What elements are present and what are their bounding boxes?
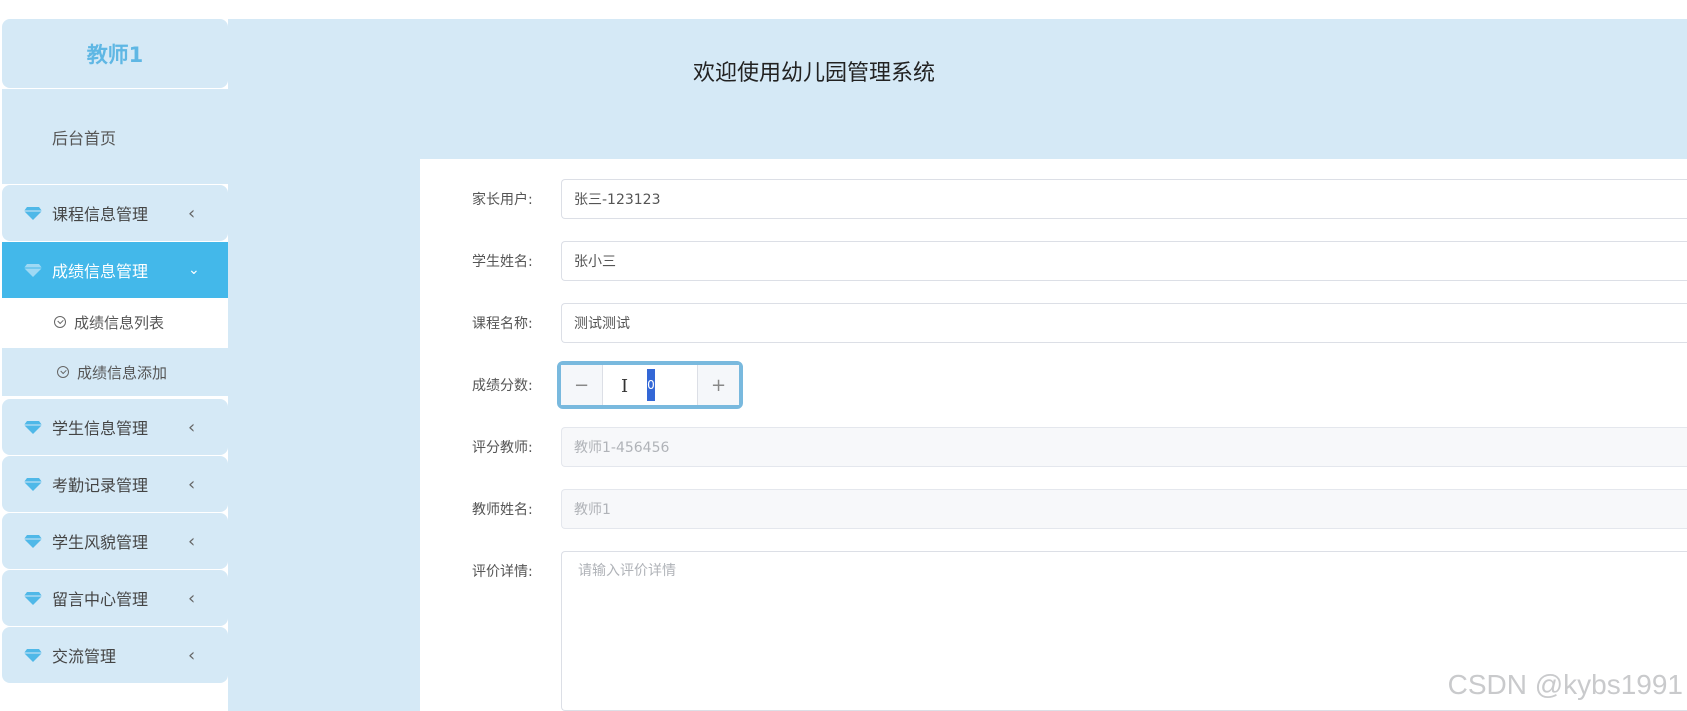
sidebar-subitem-score-list[interactable]: 成绩信息列表: [2, 298, 228, 346]
sidebar: 教师1 后台首页 课程信息管理 ‹ 成绩信息管理 ⌄ 成绩信息列表 成绩信息添加…: [2, 19, 228, 711]
chevron-left-icon: ‹: [188, 530, 196, 552]
header-strip: [240, 127, 1687, 159]
parent-user-input[interactable]: 张三-123123: [561, 179, 1687, 219]
text-cursor-icon: I: [621, 376, 629, 397]
sidebar-item-label: 留言中心管理: [52, 590, 149, 609]
sidebar-item-course[interactable]: 课程信息管理 ‹: [2, 185, 228, 241]
sidebar-item-messages[interactable]: 留言中心管理 ‹: [2, 570, 228, 626]
chevron-left-icon: ‹: [188, 473, 196, 495]
check-circle-icon: [57, 366, 69, 378]
sidebar-item-label: 学生信息管理: [52, 419, 149, 438]
teacher-name-input: 教师1: [561, 489, 1687, 529]
student-name-label: 学生姓名:: [472, 254, 533, 270]
form-row-student-name: 学生姓名: 张小三: [420, 241, 1687, 281]
sidebar-item-style[interactable]: 学生风貌管理 ‹: [2, 513, 228, 569]
user-title: 教师1: [2, 19, 228, 88]
form-row-parent-user: 家长用户: 张三-123123: [420, 179, 1687, 219]
score-input[interactable]: I 0: [603, 365, 697, 405]
check-circle-icon: [54, 316, 66, 328]
form-row-grading-teacher: 评分教师: 教师1-456456: [420, 427, 1687, 467]
sidebar-item-score[interactable]: 成绩信息管理 ⌄: [2, 242, 228, 298]
score-form: 家长用户: 张三-123123 学生姓名: 张小三 课程名称: 测试测试 成绩分…: [420, 159, 1687, 711]
diamond-icon: [24, 478, 42, 491]
sidebar-item-label: 考勤记录管理: [52, 476, 149, 495]
diamond-icon: [24, 592, 42, 605]
student-name-input[interactable]: 张小三: [561, 241, 1687, 281]
chevron-left-icon: ‹: [188, 202, 196, 224]
sidebar-subitem-label: 成绩信息添加: [77, 363, 168, 382]
chevron-left-icon: ‹: [188, 587, 196, 609]
diamond-icon: [24, 535, 42, 548]
teacher-name-label: 教师姓名:: [472, 502, 533, 518]
evaluation-label: 评价详情:: [472, 564, 533, 580]
course-name-input[interactable]: 测试测试: [561, 303, 1687, 343]
grading-teacher-label: 评分教师:: [472, 440, 533, 456]
parent-user-label: 家长用户:: [472, 192, 533, 208]
form-row-score: 成绩分数: − I 0 +: [420, 361, 1687, 409]
decrement-button[interactable]: −: [561, 365, 603, 405]
sidebar-item-label: 学生风貌管理: [52, 533, 149, 552]
diamond-icon: [24, 421, 42, 434]
course-name-label: 课程名称:: [472, 316, 533, 332]
score-value: 0: [647, 369, 655, 401]
grading-teacher-input: 教师1-456456: [561, 427, 1687, 467]
form-row-teacher-name: 教师姓名: 教师1: [420, 489, 1687, 529]
chevron-left-icon: ‹: [188, 644, 196, 666]
sidebar-subitem-score-add[interactable]: 成绩信息添加: [2, 348, 228, 396]
diamond-icon: [24, 649, 42, 662]
chevron-left-icon: ‹: [188, 416, 196, 438]
watermark: CSDN @kybs1991: [1447, 669, 1683, 700]
sidebar-subitem-label: 成绩信息列表: [74, 313, 165, 332]
form-row-course-name: 课程名称: 测试测试: [420, 303, 1687, 343]
sidebar-item-label: 成绩信息管理: [52, 262, 149, 281]
score-stepper[interactable]: − I 0 +: [557, 361, 743, 409]
header-divider: [228, 127, 240, 159]
diamond-icon: [24, 207, 42, 220]
sidebar-item-home[interactable]: 后台首页: [2, 89, 228, 184]
increment-button[interactable]: +: [697, 365, 739, 405]
sidebar-item-student[interactable]: 学生信息管理 ‹: [2, 399, 228, 455]
sidebar-item-label: 课程信息管理: [52, 205, 149, 224]
page-title: 欢迎使用幼儿园管理系统: [693, 61, 936, 86]
sidebar-item-exchange[interactable]: 交流管理 ‹: [2, 627, 228, 683]
sidebar-item-label: 交流管理: [52, 647, 117, 666]
diamond-icon: [24, 264, 42, 277]
chevron-down-icon: ⌄: [188, 262, 200, 278]
header: 欢迎使用幼儿园管理系统: [228, 19, 1687, 127]
score-label: 成绩分数:: [472, 378, 533, 394]
content-margin: [228, 159, 420, 711]
sidebar-item-attendance[interactable]: 考勤记录管理 ‹: [2, 456, 228, 512]
